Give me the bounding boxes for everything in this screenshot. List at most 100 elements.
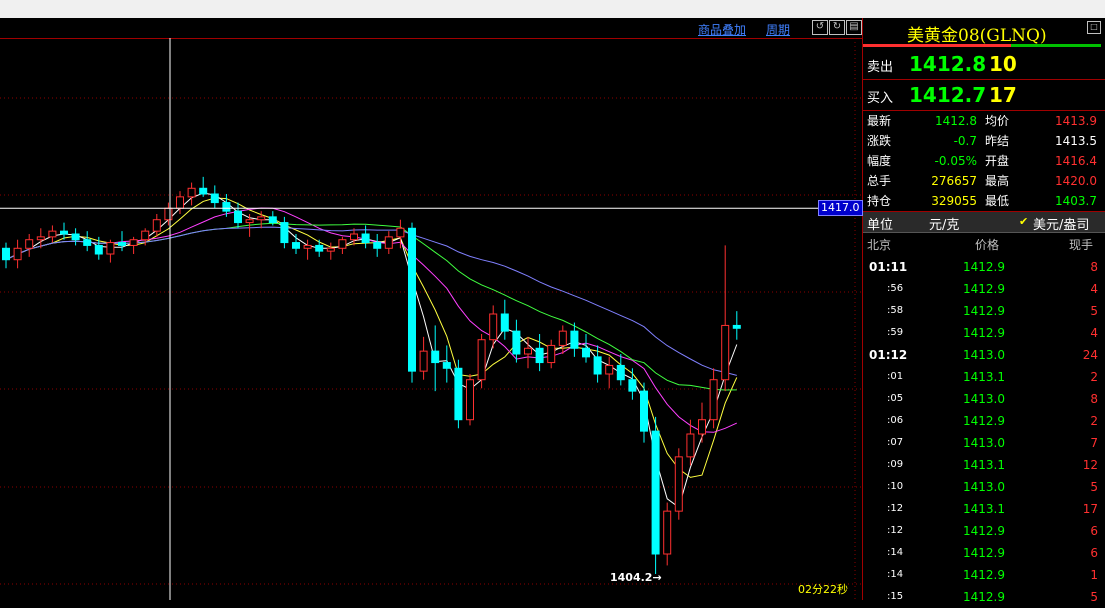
tick-time: :12 [887,525,904,536]
sell-volume: 10 [989,52,1017,76]
tick-volume: 6 [1090,546,1098,560]
stat-value: 329055 [931,194,977,208]
tick-volume: 5 [1090,480,1098,494]
tick-volume: 6 [1090,524,1098,538]
candle-body-55 [640,390,648,432]
stat-value: 1403.7 [1055,194,1097,208]
candle-body-41 [477,339,486,381]
unit-alt-option[interactable]: 美元/盎司 [1033,214,1089,233]
tick-time: :10 [887,481,904,492]
crosshair-price-label: 1417.0 [818,200,863,217]
candle-body-59 [686,433,695,458]
tick-row: :14 1412.9 1 [863,564,1105,586]
stat-4: 幅度 -0.05% [867,151,977,171]
tick-row: :06 1412.9 2 [863,410,1105,432]
tick-volume: 8 [1090,260,1098,274]
candle-body-28 [326,247,335,252]
buy-sell-ratio-bar [863,44,1101,47]
candle-body-11 [129,239,138,246]
tick-price: 1413.1 [963,370,1005,384]
tick-price: 1412.9 [963,414,1005,428]
tick-row: :56 1412.9 4 [863,278,1105,300]
tick-volume: 2 [1090,370,1098,384]
tick-time: :14 [887,547,904,558]
candle-body-37 [431,350,440,364]
tick-row: :12 1413.1 17 [863,498,1105,520]
candle-body-43 [500,313,509,332]
tick-price: 1412.9 [963,568,1005,582]
candle-body-13 [152,219,161,232]
candle-body-39 [454,367,463,421]
tick-time: 01:11 [869,260,908,274]
candle-body-6 [71,233,80,241]
tick-time: :06 [887,415,904,426]
candle-body-25 [292,242,300,249]
stat-key: 涨跌 [867,134,892,148]
layout-icon[interactable]: ▤ [846,20,862,35]
candle-body-2 [25,239,34,249]
candle-body-5 [60,230,68,235]
candle-body-14 [164,207,173,221]
tick-volume: 7 [1090,436,1098,450]
candle-body-31 [361,233,370,244]
tick-price: 1412.9 [963,304,1005,318]
stat-value: -0.05% [934,154,977,168]
tick-row: :07 1413.0 7 [863,432,1105,454]
candle-body-20 [234,210,242,224]
tick-price: 1412.9 [963,546,1005,560]
candle-body-48 [558,330,567,346]
sell-row[interactable]: 卖出 1412.8 10 [863,49,1105,80]
candle-body-38 [442,362,451,369]
tick-volume: 5 [1090,590,1098,604]
tick-time: :07 [887,437,904,448]
candle-body-56 [651,430,660,555]
tick-price: 1412.9 [963,590,1005,604]
candle-body-35 [408,227,416,372]
scroll-right-icon[interactable]: ↻ [829,20,845,35]
candle-body-4 [48,230,57,238]
candle-body-15 [176,196,184,209]
tick-time: :09 [887,459,904,470]
tick-time: 01:12 [869,348,908,362]
candle-body-44 [512,330,521,355]
chart-toolbar: 商品叠加 周期 ↺ ↻ ▤ [0,18,862,39]
scroll-left-icon[interactable]: ↺ [812,20,828,35]
stat-key: 总手 [867,174,892,188]
stat-key: 最高 [985,174,1010,188]
unit-row: 单位 元/克 ✔ 美元/盎司 [863,212,1105,233]
candle-body-7 [83,239,92,246]
tick-header-volume: 现手 [1069,238,1094,252]
candle-body-34 [396,227,405,238]
tick-row: :12 1412.9 6 [863,520,1105,542]
tick-time: :01 [887,371,904,382]
tick-volume: 5 [1090,304,1098,318]
buy-row[interactable]: 买入 1412.7 17 [863,80,1105,111]
candlestick-chart[interactable] [0,38,862,600]
panel-maximize-icon[interactable]: □ [1087,21,1101,34]
candle-body-33 [384,236,393,249]
tick-row: :09 1413.1 12 [863,454,1105,476]
tick-time: :58 [887,305,904,316]
tick-row: :59 1412.9 4 [863,322,1105,344]
unit-value[interactable]: 元/克 [929,214,959,233]
tick-header-market: 北京 [867,238,892,252]
candle-body-51 [593,356,602,375]
period-link[interactable]: 周期 [766,21,790,38]
tick-volume: 24 [1082,348,1098,362]
candle-body-10 [118,242,126,246]
tick-volume: 17 [1082,502,1098,516]
tick-row: :15 1412.9 5 [863,586,1105,608]
stat-key: 幅度 [867,154,892,168]
stat-0: 最新 1412.8 [867,111,977,131]
tick-price: 1413.0 [963,480,1005,494]
stat-value: 1413.9 [1055,114,1097,128]
candle-body-46 [535,347,544,364]
stat-value: 1420.0 [1055,174,1097,188]
candle-body-47 [547,344,556,364]
tick-header-price: 价格 [975,238,1000,252]
candle-body-1 [13,247,22,261]
candle-body-8 [94,244,103,255]
unit-label: 单位 [867,218,894,233]
product-overlay-link[interactable]: 商品叠加 [698,21,746,38]
tick-volume: 8 [1090,392,1098,406]
